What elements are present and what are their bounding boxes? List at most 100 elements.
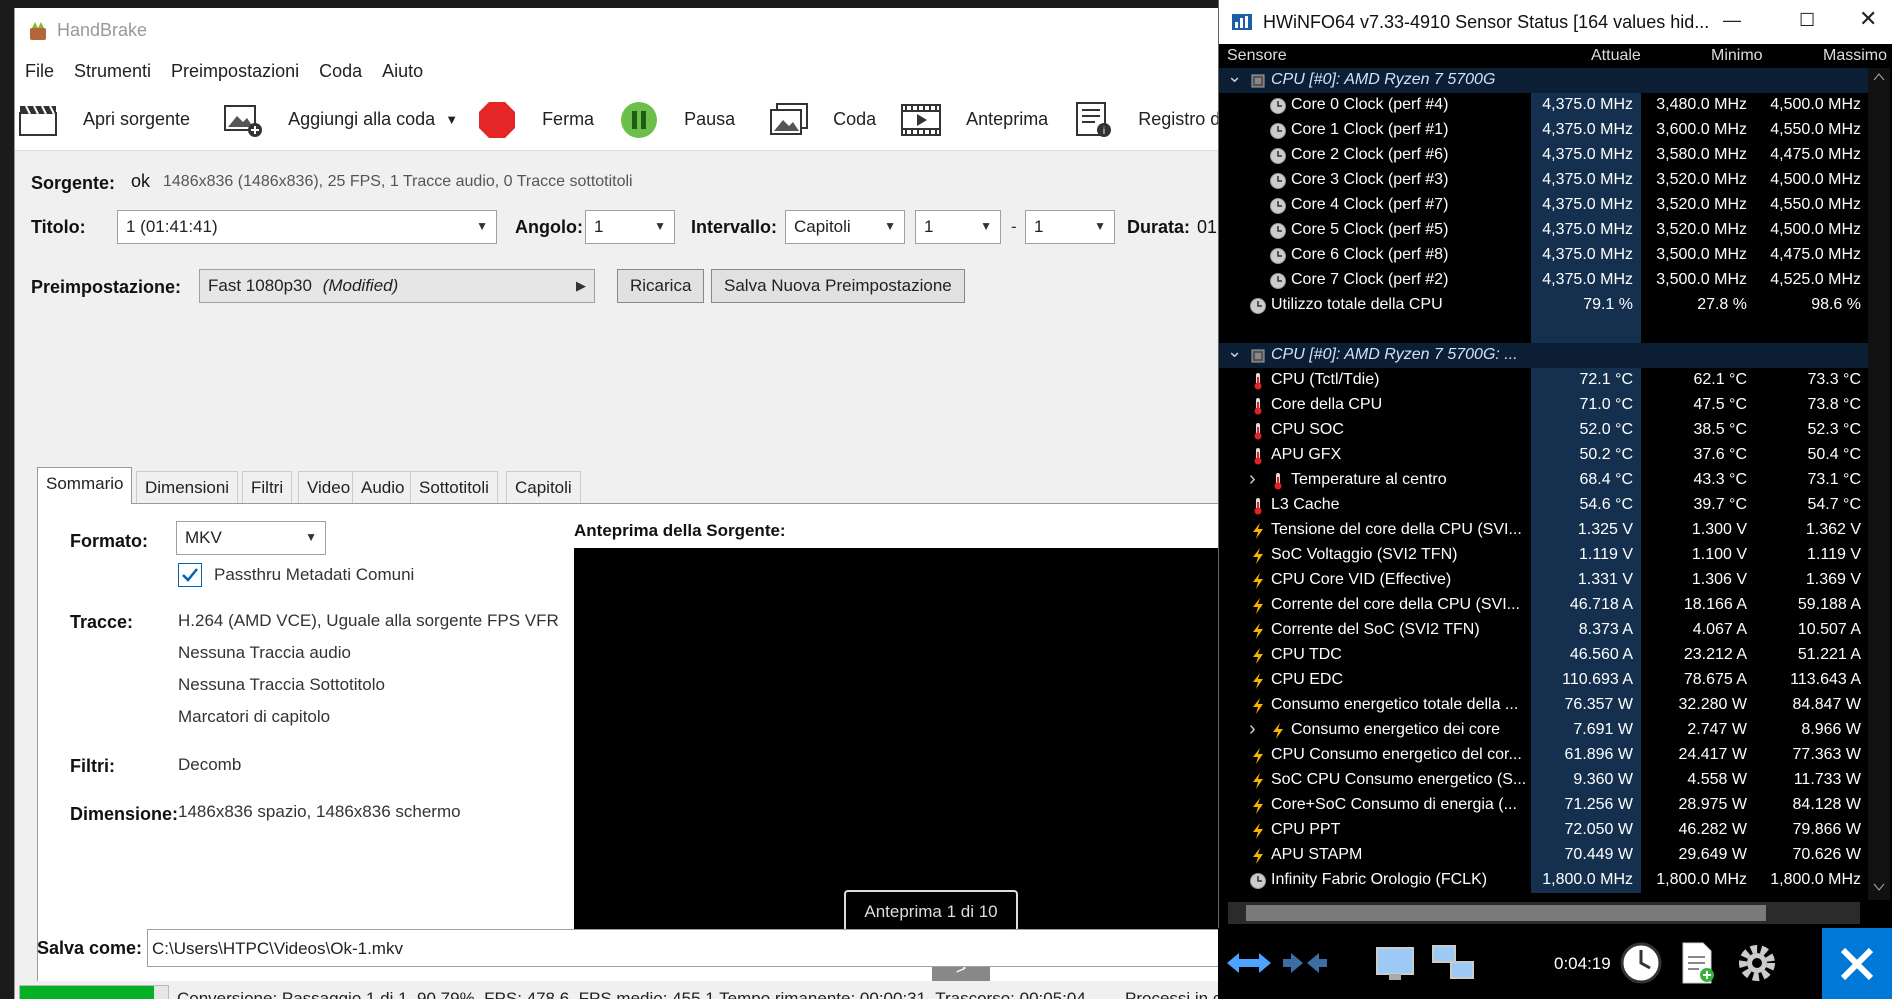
tab-subtitles[interactable]: Sottotitoli bbox=[410, 471, 498, 503]
sensor-row[interactable]: Core 2 Clock (perf #6) 4,375.0 MHz 3,580.0… bbox=[1219, 143, 1869, 168]
sensor-row[interactable]: SoC Voltaggio (SVI2 TFN) 1.119 V 1.100 V 1.… bbox=[1219, 543, 1869, 568]
activity-log-button[interactable]: i Registro delle at bbox=[1070, 89, 1232, 150]
column-current[interactable]: Attuale bbox=[1591, 47, 1641, 65]
range-to-select[interactable]: 1 ▼ bbox=[1025, 210, 1115, 244]
sensor-row[interactable]: Infinity Fabric Orologio (FCLK) 1,800.0 M… bbox=[1219, 868, 1869, 893]
sensor-row[interactable]: Consumo energetico totale della ... 76.35… bbox=[1219, 693, 1869, 718]
monitor-icon[interactable] bbox=[1370, 938, 1420, 988]
minimize-icon[interactable]: — bbox=[1723, 10, 1741, 31]
maximum-value: 73.3 °C bbox=[1807, 371, 1861, 388]
lightning-icon bbox=[1253, 798, 1263, 814]
menu-presets[interactable]: Preimpostazioni bbox=[171, 61, 299, 82]
open-source-button[interactable]: Apri sorgente bbox=[15, 89, 212, 150]
sensor-row[interactable]: Core 4 Clock (perf #7) 4,375.0 MHz 3,520.0… bbox=[1219, 193, 1869, 218]
sensor-row[interactable]: CPU PPT 72.050 W 46.282 W 79.866 W bbox=[1219, 818, 1869, 843]
chevron-down-icon[interactable]: ⌄ bbox=[1227, 68, 1242, 87]
clock-icon[interactable] bbox=[1616, 938, 1666, 988]
sensor-row[interactable]: Core 0 Clock (perf #4) 4,375.0 MHz 3,480.0… bbox=[1219, 93, 1869, 118]
tab-video[interactable]: Video bbox=[298, 471, 360, 503]
add-to-queue-button[interactable]: Aggiungi alla coda ▼ bbox=[220, 89, 474, 150]
title-select[interactable]: 1 (01:41:41) ▼ bbox=[117, 210, 497, 244]
chevron-down-icon: ▼ bbox=[476, 219, 488, 233]
vertical-scrollbar[interactable] bbox=[1868, 68, 1890, 905]
chevron-down-icon[interactable]: ⌄ bbox=[1227, 341, 1242, 362]
sensor-name: SoC CPU Consumo energetico (S... bbox=[1271, 771, 1527, 788]
minimum-value: 3,500.0 MHz bbox=[1656, 271, 1747, 288]
range-from-select[interactable]: 1 ▼ bbox=[915, 210, 1001, 244]
sensor-row[interactable]: CPU SOC 52.0 °C 38.5 °C 52.3 °C bbox=[1219, 418, 1869, 443]
preview-button[interactable]: Anteprima bbox=[898, 89, 1070, 150]
column-sensor[interactable]: Sensore bbox=[1227, 47, 1287, 65]
column-maximum[interactable]: Massimo bbox=[1823, 47, 1887, 65]
report-add-icon[interactable] bbox=[1672, 938, 1722, 988]
sensor-row[interactable]: Core 1 Clock (perf #1) 4,375.0 MHz 3,600.0… bbox=[1219, 118, 1869, 143]
sensor-row[interactable]: Core della CPU 71.0 °C 47.5 °C 73.8 °C bbox=[1219, 393, 1869, 418]
sensor-row[interactable]: Corrente del core della CPU (SVI... 46.71… bbox=[1219, 593, 1869, 618]
sensor-row[interactable]: Core 6 Clock (perf #8) 4,375.0 MHz 3,500.0… bbox=[1219, 243, 1869, 268]
sensor-row[interactable]: APU GFX 50.2 °C 37.6 °C 50.4 °C bbox=[1219, 443, 1869, 468]
angle-select[interactable]: 1 ▼ bbox=[585, 210, 675, 244]
film-play-icon bbox=[898, 98, 944, 142]
network-icon[interactable] bbox=[1428, 938, 1478, 988]
menu-help[interactable]: Aiuto bbox=[382, 61, 423, 82]
sensor-row[interactable]: APU STAPM 70.449 W 29.649 W 70.626 W bbox=[1219, 843, 1869, 868]
format-select[interactable]: MKV ▼ bbox=[176, 521, 326, 555]
pause-button[interactable]: Pausa bbox=[616, 89, 757, 150]
sensor-row[interactable]: SoC CPU Consumo energetico (S... 9.360 W 4… bbox=[1219, 768, 1869, 793]
tab-summary[interactable]: Sommario bbox=[37, 467, 133, 504]
sensor-row[interactable]: CPU Consumo energetico del cor... 61.896 … bbox=[1219, 743, 1869, 768]
sensor-row[interactable]: Core 7 Clock (perf #2) 4,375.0 MHz 3,500.0… bbox=[1219, 268, 1869, 293]
menu-file[interactable]: File bbox=[25, 61, 54, 82]
sensor-row[interactable]: › Consumo energetico dei core 7.691 W 2.747… bbox=[1219, 718, 1869, 743]
preset-selector[interactable]: Fast 1080p30 (Modified) ▶ bbox=[199, 269, 595, 303]
chevron-right-icon[interactable]: › bbox=[1249, 718, 1256, 741]
chevron-right-icon[interactable]: › bbox=[1249, 468, 1256, 491]
sensor-row[interactable]: CPU TDC 46.560 A 23.212 A 51.221 A bbox=[1219, 643, 1869, 668]
minimum-value: 32.280 W bbox=[1678, 696, 1747, 713]
sensor-row[interactable]: › Temperature al centro 68.4 °C 43.3 °C 73.1… bbox=[1219, 468, 1869, 493]
range-mode-select[interactable]: Capitoli ▼ bbox=[785, 210, 905, 244]
sensor-row[interactable]: CPU Core VID (Effective) 1.331 V 1.306 V 1.… bbox=[1219, 568, 1869, 593]
maximize-icon[interactable]: ☐ bbox=[1799, 10, 1815, 31]
passthru-checkbox[interactable] bbox=[178, 563, 202, 587]
save-new-preset-button[interactable]: Salva Nuova Preimpostazione bbox=[711, 269, 965, 303]
sensor-row[interactable]: L3 Cache 54.6 °C 39.7 °C 54.7 °C bbox=[1219, 493, 1869, 518]
sensor-row[interactable]: Utilizzo totale della CPU 79.1 % 27.8 % 98.… bbox=[1219, 293, 1869, 318]
tab-chapters[interactable]: Capitoli bbox=[506, 471, 581, 503]
sensor-row[interactable]: CPU (Tctl/Tdie) 72.1 °C 62.1 °C 73.3 °C bbox=[1219, 368, 1869, 393]
tab-audio[interactable]: Audio bbox=[352, 471, 414, 503]
column-minimum[interactable]: Minimo bbox=[1711, 47, 1763, 65]
stop-icon bbox=[474, 98, 520, 142]
save-path-input[interactable]: C:\Users\HTPC\Videos\Ok-1.mkv bbox=[147, 929, 1232, 967]
close-sensors-button[interactable] bbox=[1822, 928, 1892, 999]
settings-gear-icon[interactable] bbox=[1732, 938, 1782, 988]
arrows-expand-icon[interactable] bbox=[1224, 938, 1274, 988]
reload-button[interactable]: Ricarica bbox=[617, 269, 705, 303]
maximum-value: 77.363 W bbox=[1792, 746, 1861, 763]
tab-filters[interactable]: Filtri bbox=[242, 471, 293, 503]
close-icon[interactable]: ✕ bbox=[1859, 6, 1877, 32]
sensor-row[interactable]: Corrente del SoC (SVI2 TFN) 8.373 A 4.067 … bbox=[1219, 618, 1869, 643]
scrollbar-thumb[interactable] bbox=[1246, 905, 1766, 921]
sensor-group-row[interactable]: ⌄ CPU [#0]: AMD Ryzen 7 5700G: ... bbox=[1219, 341, 1869, 368]
sensor-row[interactable]: Tensione del core della CPU (SVI... 1.325… bbox=[1219, 518, 1869, 543]
sensor-name: Core 7 Clock (perf #2) bbox=[1291, 271, 1449, 288]
menu-tools[interactable]: Strumenti bbox=[74, 61, 151, 82]
queue-button[interactable]: Coda bbox=[765, 89, 898, 150]
arrows-collapse-icon[interactable] bbox=[1280, 938, 1330, 988]
chevron-down-icon[interactable]: ▼ bbox=[445, 112, 458, 127]
sensor-group-row[interactable]: ⌄ CPU [#0]: AMD Ryzen 7 5700G bbox=[1219, 68, 1869, 93]
sensor-row[interactable]: Core+SoC Consumo di energia (... 71.256 W… bbox=[1219, 793, 1869, 818]
clock-icon bbox=[1270, 173, 1286, 189]
horizontal-scrollbar[interactable] bbox=[1228, 902, 1860, 924]
range-to-value: 1 bbox=[1034, 217, 1044, 236]
tab-dimensions[interactable]: Dimensioni bbox=[136, 471, 239, 503]
filters-label: Filtri: bbox=[70, 756, 115, 776]
menu-queue[interactable]: Coda bbox=[319, 61, 362, 82]
sensor-row[interactable]: Core 3 Clock (perf #3) 4,375.0 MHz 3,520.0… bbox=[1219, 168, 1869, 193]
sensor-row[interactable]: Core 5 Clock (perf #5) 4,375.0 MHz 3,520.0… bbox=[1219, 218, 1869, 243]
sensor-row[interactable]: CPU EDC 110.693 A 78.675 A 113.643 A bbox=[1219, 668, 1869, 693]
maximum-value: 84.128 W bbox=[1792, 796, 1861, 813]
minimum-value: 3,520.0 MHz bbox=[1656, 196, 1747, 213]
stop-button[interactable]: Ferma bbox=[474, 89, 616, 150]
